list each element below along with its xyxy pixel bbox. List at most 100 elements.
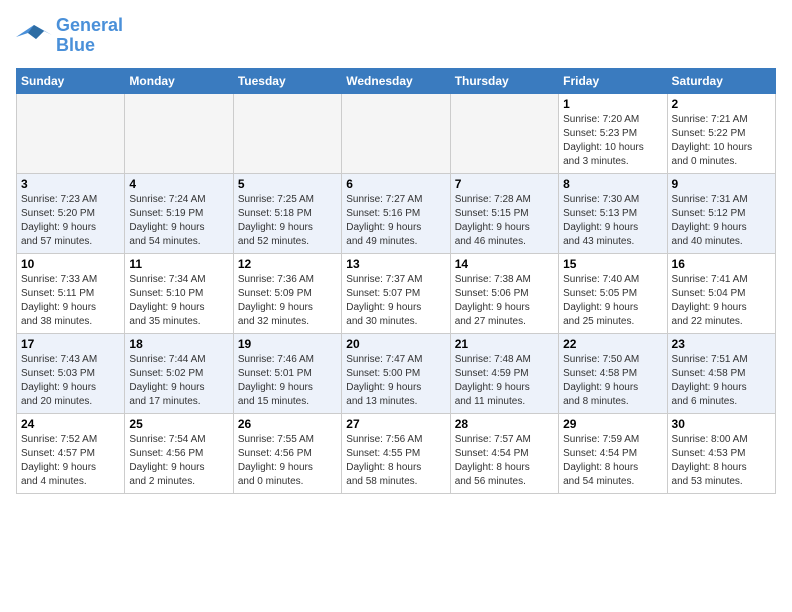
- week-row-4: 17 Sunrise: 7:43 AM Sunset: 5:03 PM Dayli…: [17, 333, 776, 413]
- calendar-cell: 7 Sunrise: 7:28 AM Sunset: 5:15 PM Daylig…: [450, 173, 558, 253]
- day-info: Sunrise: 7:51 AM Sunset: 4:58 PM Dayligh…: [672, 353, 771, 409]
- calendar-cell: 3 Sunrise: 7:23 AM Sunset: 5:20 PM Daylig…: [17, 173, 125, 253]
- day-number: 29: [563, 417, 662, 431]
- day-info: Sunrise: 7:28 AM Sunset: 5:15 PM Dayligh…: [455, 193, 554, 249]
- calendar-cell: 15 Sunrise: 7:40 AM Sunset: 5:05 PM Dayli…: [559, 253, 667, 333]
- calendar-cell: 19 Sunrise: 7:46 AM Sunset: 5:01 PM Dayli…: [233, 333, 341, 413]
- calendar-cell: 25Sunrise: 7:54 AM Sunset: 4:56 PM Dayli…: [125, 413, 233, 493]
- day-info: Sunrise: 7:40 AM Sunset: 5:05 PM Dayligh…: [563, 273, 662, 329]
- calendar-cell: 4Sunrise: 7:24 AM Sunset: 5:19 PM Daylig…: [125, 173, 233, 253]
- calendar-cell: 10 Sunrise: 7:33 AM Sunset: 5:11 PM Dayli…: [17, 253, 125, 333]
- weekday-wednesday: Wednesday: [342, 68, 450, 93]
- weekday-thursday: Thursday: [450, 68, 558, 93]
- week-row-5: 24 Sunrise: 7:52 AM Sunset: 4:57 PM Dayli…: [17, 413, 776, 493]
- day-info: Sunrise: 7:31 AM Sunset: 5:12 PM Dayligh…: [672, 193, 771, 249]
- calendar-cell: 1 Sunrise: 7:20 AM Sunset: 5:23 PM Daylig…: [559, 93, 667, 173]
- day-info: Sunrise: 7:33 AM Sunset: 5:11 PM Dayligh…: [21, 273, 120, 329]
- calendar-cell: 17 Sunrise: 7:43 AM Sunset: 5:03 PM Dayli…: [17, 333, 125, 413]
- day-info: Sunrise: 7:54 AM Sunset: 4:56 PM Dayligh…: [129, 433, 228, 489]
- calendar-cell: 21 Sunrise: 7:48 AM Sunset: 4:59 PM Dayli…: [450, 333, 558, 413]
- day-info: Sunrise: 7:38 AM Sunset: 5:06 PM Dayligh…: [455, 273, 554, 329]
- day-number: 5: [238, 177, 337, 191]
- day-number: 14: [455, 257, 554, 271]
- logo: General Blue: [16, 16, 123, 56]
- weekday-header-row: SundayMondayTuesdayWednesdayThursdayFrid…: [17, 68, 776, 93]
- calendar-cell: 23 Sunrise: 7:51 AM Sunset: 4:58 PM Dayli…: [667, 333, 775, 413]
- day-number: 7: [455, 177, 554, 191]
- day-info: Sunrise: 7:25 AM Sunset: 5:18 PM Dayligh…: [238, 193, 337, 249]
- day-info: Sunrise: 7:37 AM Sunset: 5:07 PM Dayligh…: [346, 273, 445, 329]
- week-row-1: 1 Sunrise: 7:20 AM Sunset: 5:23 PM Daylig…: [17, 93, 776, 173]
- day-number: 1: [563, 97, 662, 111]
- calendar-cell: 30Sunrise: 8:00 AM Sunset: 4:53 PM Dayli…: [667, 413, 775, 493]
- logo-text: General Blue: [56, 16, 123, 56]
- calendar-cell: 24 Sunrise: 7:52 AM Sunset: 4:57 PM Dayli…: [17, 413, 125, 493]
- day-info: Sunrise: 7:34 AM Sunset: 5:10 PM Dayligh…: [129, 273, 228, 329]
- calendar-cell: 20 Sunrise: 7:47 AM Sunset: 5:00 PM Dayli…: [342, 333, 450, 413]
- weekday-friday: Friday: [559, 68, 667, 93]
- calendar-cell: 18 Sunrise: 7:44 AM Sunset: 5:02 PM Dayli…: [125, 333, 233, 413]
- calendar-body: 1 Sunrise: 7:20 AM Sunset: 5:23 PM Daylig…: [17, 93, 776, 493]
- calendar-cell: 6 Sunrise: 7:27 AM Sunset: 5:16 PM Daylig…: [342, 173, 450, 253]
- calendar-table: SundayMondayTuesdayWednesdayThursdayFrid…: [16, 68, 776, 494]
- day-number: 23: [672, 337, 771, 351]
- day-number: 16: [672, 257, 771, 271]
- day-number: 6: [346, 177, 445, 191]
- page-header: General Blue: [16, 16, 776, 56]
- calendar-cell: 16 Sunrise: 7:41 AM Sunset: 5:04 PM Dayli…: [667, 253, 775, 333]
- day-number: 30: [672, 417, 771, 431]
- day-number: 28: [455, 417, 554, 431]
- day-number: 15: [563, 257, 662, 271]
- day-number: 26: [238, 417, 337, 431]
- calendar-cell: 14 Sunrise: 7:38 AM Sunset: 5:06 PM Dayli…: [450, 253, 558, 333]
- day-info: Sunrise: 7:47 AM Sunset: 5:00 PM Dayligh…: [346, 353, 445, 409]
- calendar-cell: [450, 93, 558, 173]
- weekday-tuesday: Tuesday: [233, 68, 341, 93]
- day-info: Sunrise: 7:41 AM Sunset: 5:04 PM Dayligh…: [672, 273, 771, 329]
- calendar-cell: 12 Sunrise: 7:36 AM Sunset: 5:09 PM Dayli…: [233, 253, 341, 333]
- day-info: Sunrise: 7:27 AM Sunset: 5:16 PM Dayligh…: [346, 193, 445, 249]
- calendar-cell: 27Sunrise: 7:56 AM Sunset: 4:55 PM Dayli…: [342, 413, 450, 493]
- weekday-monday: Monday: [125, 68, 233, 93]
- day-number: 11: [129, 257, 228, 271]
- calendar-cell: 22Sunrise: 7:50 AM Sunset: 4:58 PM Dayli…: [559, 333, 667, 413]
- day-number: 3: [21, 177, 120, 191]
- calendar-cell: 28 Sunrise: 7:57 AM Sunset: 4:54 PM Dayli…: [450, 413, 558, 493]
- day-number: 18: [129, 337, 228, 351]
- day-info: Sunrise: 7:36 AM Sunset: 5:09 PM Dayligh…: [238, 273, 337, 329]
- calendar-cell: 5 Sunrise: 7:25 AM Sunset: 5:18 PM Daylig…: [233, 173, 341, 253]
- day-number: 21: [455, 337, 554, 351]
- day-info: Sunrise: 7:24 AM Sunset: 5:19 PM Dayligh…: [129, 193, 228, 249]
- week-row-2: 3 Sunrise: 7:23 AM Sunset: 5:20 PM Daylig…: [17, 173, 776, 253]
- calendar-cell: [17, 93, 125, 173]
- day-info: Sunrise: 7:59 AM Sunset: 4:54 PM Dayligh…: [563, 433, 662, 489]
- calendar-cell: 2 Sunrise: 7:21 AM Sunset: 5:22 PM Daylig…: [667, 93, 775, 173]
- day-info: Sunrise: 7:57 AM Sunset: 4:54 PM Dayligh…: [455, 433, 554, 489]
- day-info: Sunrise: 7:21 AM Sunset: 5:22 PM Dayligh…: [672, 113, 771, 169]
- calendar-cell: 29 Sunrise: 7:59 AM Sunset: 4:54 PM Dayli…: [559, 413, 667, 493]
- day-info: Sunrise: 7:44 AM Sunset: 5:02 PM Dayligh…: [129, 353, 228, 409]
- calendar-cell: 26 Sunrise: 7:55 AM Sunset: 4:56 PM Dayli…: [233, 413, 341, 493]
- day-number: 9: [672, 177, 771, 191]
- day-number: 2: [672, 97, 771, 111]
- day-info: Sunrise: 7:48 AM Sunset: 4:59 PM Dayligh…: [455, 353, 554, 409]
- calendar-cell: [125, 93, 233, 173]
- day-info: Sunrise: 7:20 AM Sunset: 5:23 PM Dayligh…: [563, 113, 662, 169]
- weekday-sunday: Sunday: [17, 68, 125, 93]
- calendar-cell: 8Sunrise: 7:30 AM Sunset: 5:13 PM Daylig…: [559, 173, 667, 253]
- day-number: 19: [238, 337, 337, 351]
- day-info: Sunrise: 7:43 AM Sunset: 5:03 PM Dayligh…: [21, 353, 120, 409]
- day-info: Sunrise: 7:55 AM Sunset: 4:56 PM Dayligh…: [238, 433, 337, 489]
- day-number: 12: [238, 257, 337, 271]
- day-number: 17: [21, 337, 120, 351]
- calendar-cell: [233, 93, 341, 173]
- logo-bird-icon: [16, 21, 52, 51]
- day-number: 20: [346, 337, 445, 351]
- day-number: 24: [21, 417, 120, 431]
- day-info: Sunrise: 7:46 AM Sunset: 5:01 PM Dayligh…: [238, 353, 337, 409]
- day-info: Sunrise: 7:23 AM Sunset: 5:20 PM Dayligh…: [21, 193, 120, 249]
- day-number: 8: [563, 177, 662, 191]
- weekday-saturday: Saturday: [667, 68, 775, 93]
- day-info: Sunrise: 7:52 AM Sunset: 4:57 PM Dayligh…: [21, 433, 120, 489]
- day-number: 10: [21, 257, 120, 271]
